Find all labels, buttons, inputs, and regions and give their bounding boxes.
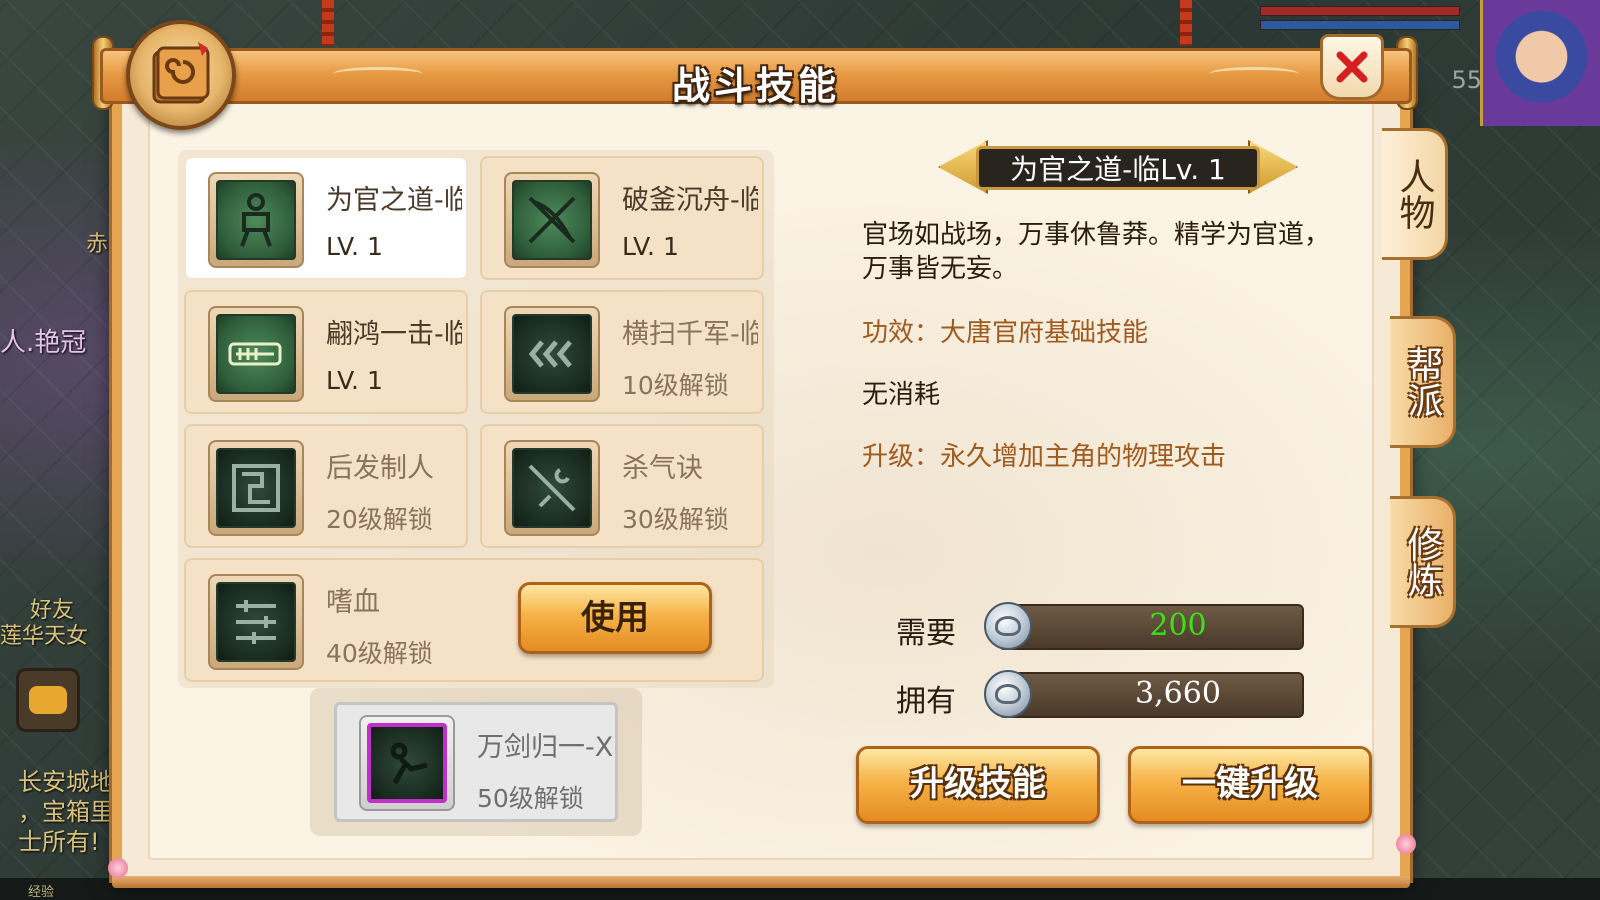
skill-name: 横扫千军-临 — [622, 319, 758, 350]
skill-book-icon — [126, 20, 236, 130]
skill-detail-header: 为官之道-临Lv. 1 — [938, 140, 1298, 194]
background-title-text: 人.艳冠 — [0, 328, 87, 358]
skill-name: 万剑归一-Ⅹ — [477, 732, 613, 763]
spiral-rune-icon — [232, 464, 280, 512]
player-avatar[interactable] — [1480, 0, 1600, 126]
skill-description: 官场如战场，万事休鲁莽。精学为官道，万事皆无妄。 — [862, 220, 1331, 284]
skill-unlock-level: 40级解锁 — [326, 639, 433, 668]
slash-blade-icon — [528, 464, 576, 512]
skill-card-6[interactable]: 杀气诀 30级解锁 — [480, 424, 764, 548]
tab-guild[interactable]: 帮派 — [1390, 316, 1456, 448]
tab-label: 人物 — [1393, 158, 1435, 230]
upgrade-skill-button[interactable]: 升级技能 — [856, 746, 1100, 824]
skill-level: LV. 1 — [622, 232, 679, 261]
skill-icon-frame — [504, 306, 600, 402]
tab-label: 修炼 — [1401, 526, 1443, 598]
lantern-string-right — [1180, 0, 1192, 46]
skill-icon-frame — [208, 306, 304, 402]
crossed-blades-icon — [528, 196, 576, 244]
skill-level: LV. 1 — [326, 232, 383, 261]
owned-value: 3,660 — [1135, 676, 1221, 711]
skill-card-2[interactable]: 破釜沉舟-临 LV. 1 — [480, 156, 764, 280]
chat-line-3: 士所有! — [18, 828, 100, 856]
skill-icon-frame — [504, 172, 600, 268]
skill-icon-frame — [359, 715, 455, 811]
lantern-string-left — [322, 0, 334, 46]
required-resource-row: 需要 200 — [888, 602, 1308, 651]
kick-figure-icon — [390, 742, 428, 785]
silver-coin-icon — [984, 670, 1032, 718]
skill-effect: 功效：大唐官府基础技能 — [862, 318, 1149, 348]
close-icon — [1336, 51, 1368, 83]
skill-icon-frame — [504, 440, 600, 536]
owned-label: 拥有 — [896, 684, 956, 719]
skill-upgrade-info: 升级：永久增加主角的物理攻击 — [862, 442, 1227, 472]
rune-bars-icon — [236, 600, 276, 644]
skill-name: 破釜沉舟-临 — [622, 185, 758, 216]
required-label: 需要 — [896, 616, 956, 651]
triple-chevron-icon — [528, 340, 572, 368]
flower-decoration-left — [108, 858, 128, 878]
owned-resource-row: 拥有 3,660 — [888, 670, 1308, 719]
skill-icon-frame — [208, 172, 304, 268]
use-button[interactable]: 使用 — [518, 582, 712, 654]
standing-figure-icon — [240, 193, 272, 247]
skill-icon-frame — [208, 574, 304, 670]
skill-card-4[interactable]: 横扫千军-临 10级解锁 — [480, 290, 764, 414]
chat-button[interactable] — [16, 668, 80, 732]
skill-name: 翩鸿一击-临 — [326, 319, 462, 350]
player-level: 55 — [1451, 66, 1482, 94]
skill-cost: 无消耗 — [862, 380, 941, 410]
skill-name: 嗜血 — [326, 587, 380, 618]
flower-decoration-right — [1396, 834, 1416, 854]
skill-name: 为官之道-临 — [326, 185, 462, 216]
exp-label: 经验 — [28, 885, 55, 900]
skill-level: LV. 1 — [326, 366, 383, 395]
skill-card-5[interactable]: 后发制人 20级解锁 — [184, 424, 468, 548]
skill-unlock-level: 20级解锁 — [326, 505, 433, 534]
skill-name: 杀气诀 — [622, 453, 703, 484]
close-button[interactable] — [1320, 34, 1384, 100]
tab-character[interactable]: 人物 — [1382, 128, 1448, 260]
window-title: 战斗技能 — [671, 64, 840, 108]
panel-bottom-edge — [112, 876, 1410, 888]
background-npc-text: 赤 — [86, 232, 109, 257]
skill-unlock-level: 50级解锁 — [477, 784, 584, 813]
hp-mp-bars — [1260, 6, 1460, 36]
one-key-upgrade-button[interactable]: 一键升级 — [1128, 746, 1372, 824]
skill-unlock-level: 30级解锁 — [622, 505, 729, 534]
skill-unlock-level: 10级解锁 — [622, 371, 729, 400]
scroll-weapon-icon — [228, 342, 282, 366]
title-bar: 战斗技能 — [100, 48, 1412, 108]
skill-card-8[interactable]: 万剑归一-Ⅹ 50级解锁 — [334, 702, 618, 822]
background-npc-name: 莲华天女 — [0, 624, 89, 649]
required-value: 200 — [1149, 608, 1207, 643]
tab-label: 帮派 — [1401, 346, 1443, 418]
silver-coin-icon — [984, 602, 1032, 650]
skill-icon-frame — [208, 440, 304, 536]
chat-bubble-icon — [29, 686, 67, 714]
tab-cultivation[interactable]: 修炼 — [1390, 496, 1456, 628]
skill-name: 后发制人 — [326, 453, 434, 484]
skill-card-1[interactable]: 为官之道-临 LV. 1 — [184, 156, 468, 280]
skill-card-3[interactable]: 翩鸿一击-临 LV. 1 — [184, 290, 468, 414]
skill-detail-title: 为官之道-临Lv. 1 — [1010, 153, 1226, 186]
